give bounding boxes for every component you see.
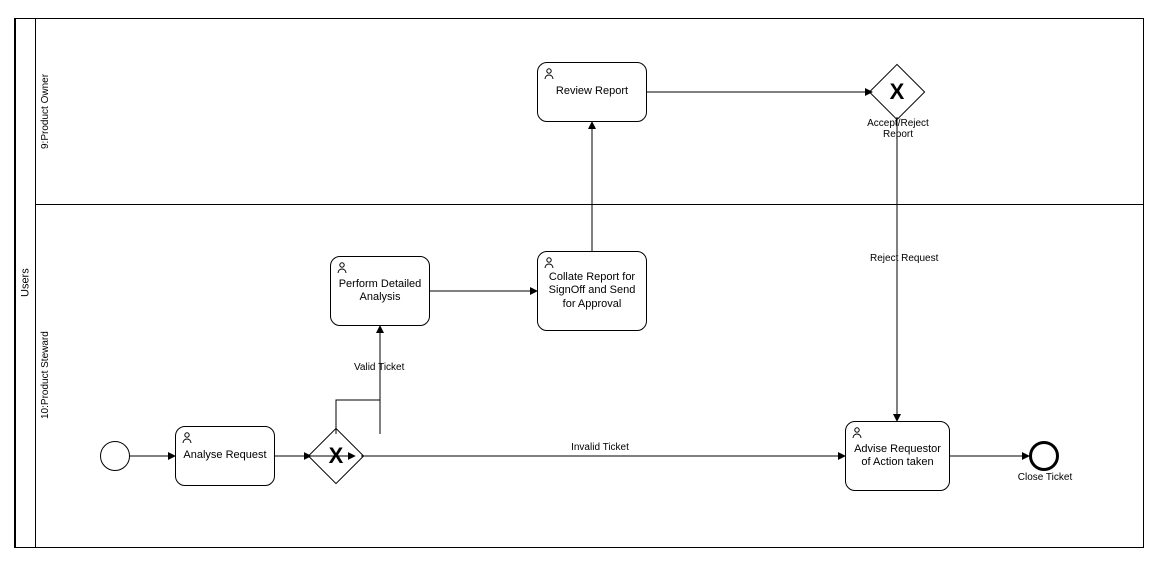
- end-event: [1029, 441, 1059, 471]
- task-label: Perform Detailed Analysis: [335, 278, 425, 304]
- gateway-label: Accept/Reject Report: [858, 118, 938, 140]
- task-perform-detailed-analysis: Perform Detailed Analysis: [330, 256, 430, 326]
- task-advise-requestor: Advise Requestor of Action taken: [845, 421, 950, 491]
- user-icon: [850, 426, 864, 444]
- task-label: Review Report: [556, 85, 628, 98]
- gateway-marker: X: [877, 72, 917, 112]
- start-event: [100, 441, 130, 471]
- user-icon: [180, 431, 194, 449]
- task-analyse-request: Analyse Request: [175, 426, 275, 486]
- task-label: Collate Report for SignOff and Send for …: [542, 271, 642, 311]
- user-icon: [542, 67, 556, 85]
- pool-title: Users: [15, 19, 35, 547]
- task-label: Analyse Request: [183, 449, 266, 462]
- gateway-accept-reject: X: [877, 72, 917, 112]
- task-review-report: Review Report: [537, 62, 647, 122]
- flow-label-reject-request: Reject Request: [870, 253, 960, 264]
- user-icon: [335, 261, 349, 279]
- gateway-ticket-valid: X: [316, 436, 356, 476]
- user-icon: [542, 256, 556, 274]
- flow-label-valid-ticket: Valid Ticket: [354, 362, 434, 373]
- lane-title-owner: 9:Product Owner: [35, 19, 55, 204]
- lane-title-steward: 10:Product Steward: [35, 204, 55, 547]
- end-event-label: Close Ticket: [1005, 472, 1085, 483]
- bpmn-diagram: Users 9:Product Owner 10:Product Steward…: [0, 0, 1169, 570]
- flow-label-invalid-ticket: Invalid Ticket: [555, 442, 645, 453]
- task-label: Advise Requestor of Action taken: [850, 443, 945, 469]
- task-collate-report: Collate Report for SignOff and Send for …: [537, 251, 647, 331]
- gateway-marker: X: [316, 436, 356, 476]
